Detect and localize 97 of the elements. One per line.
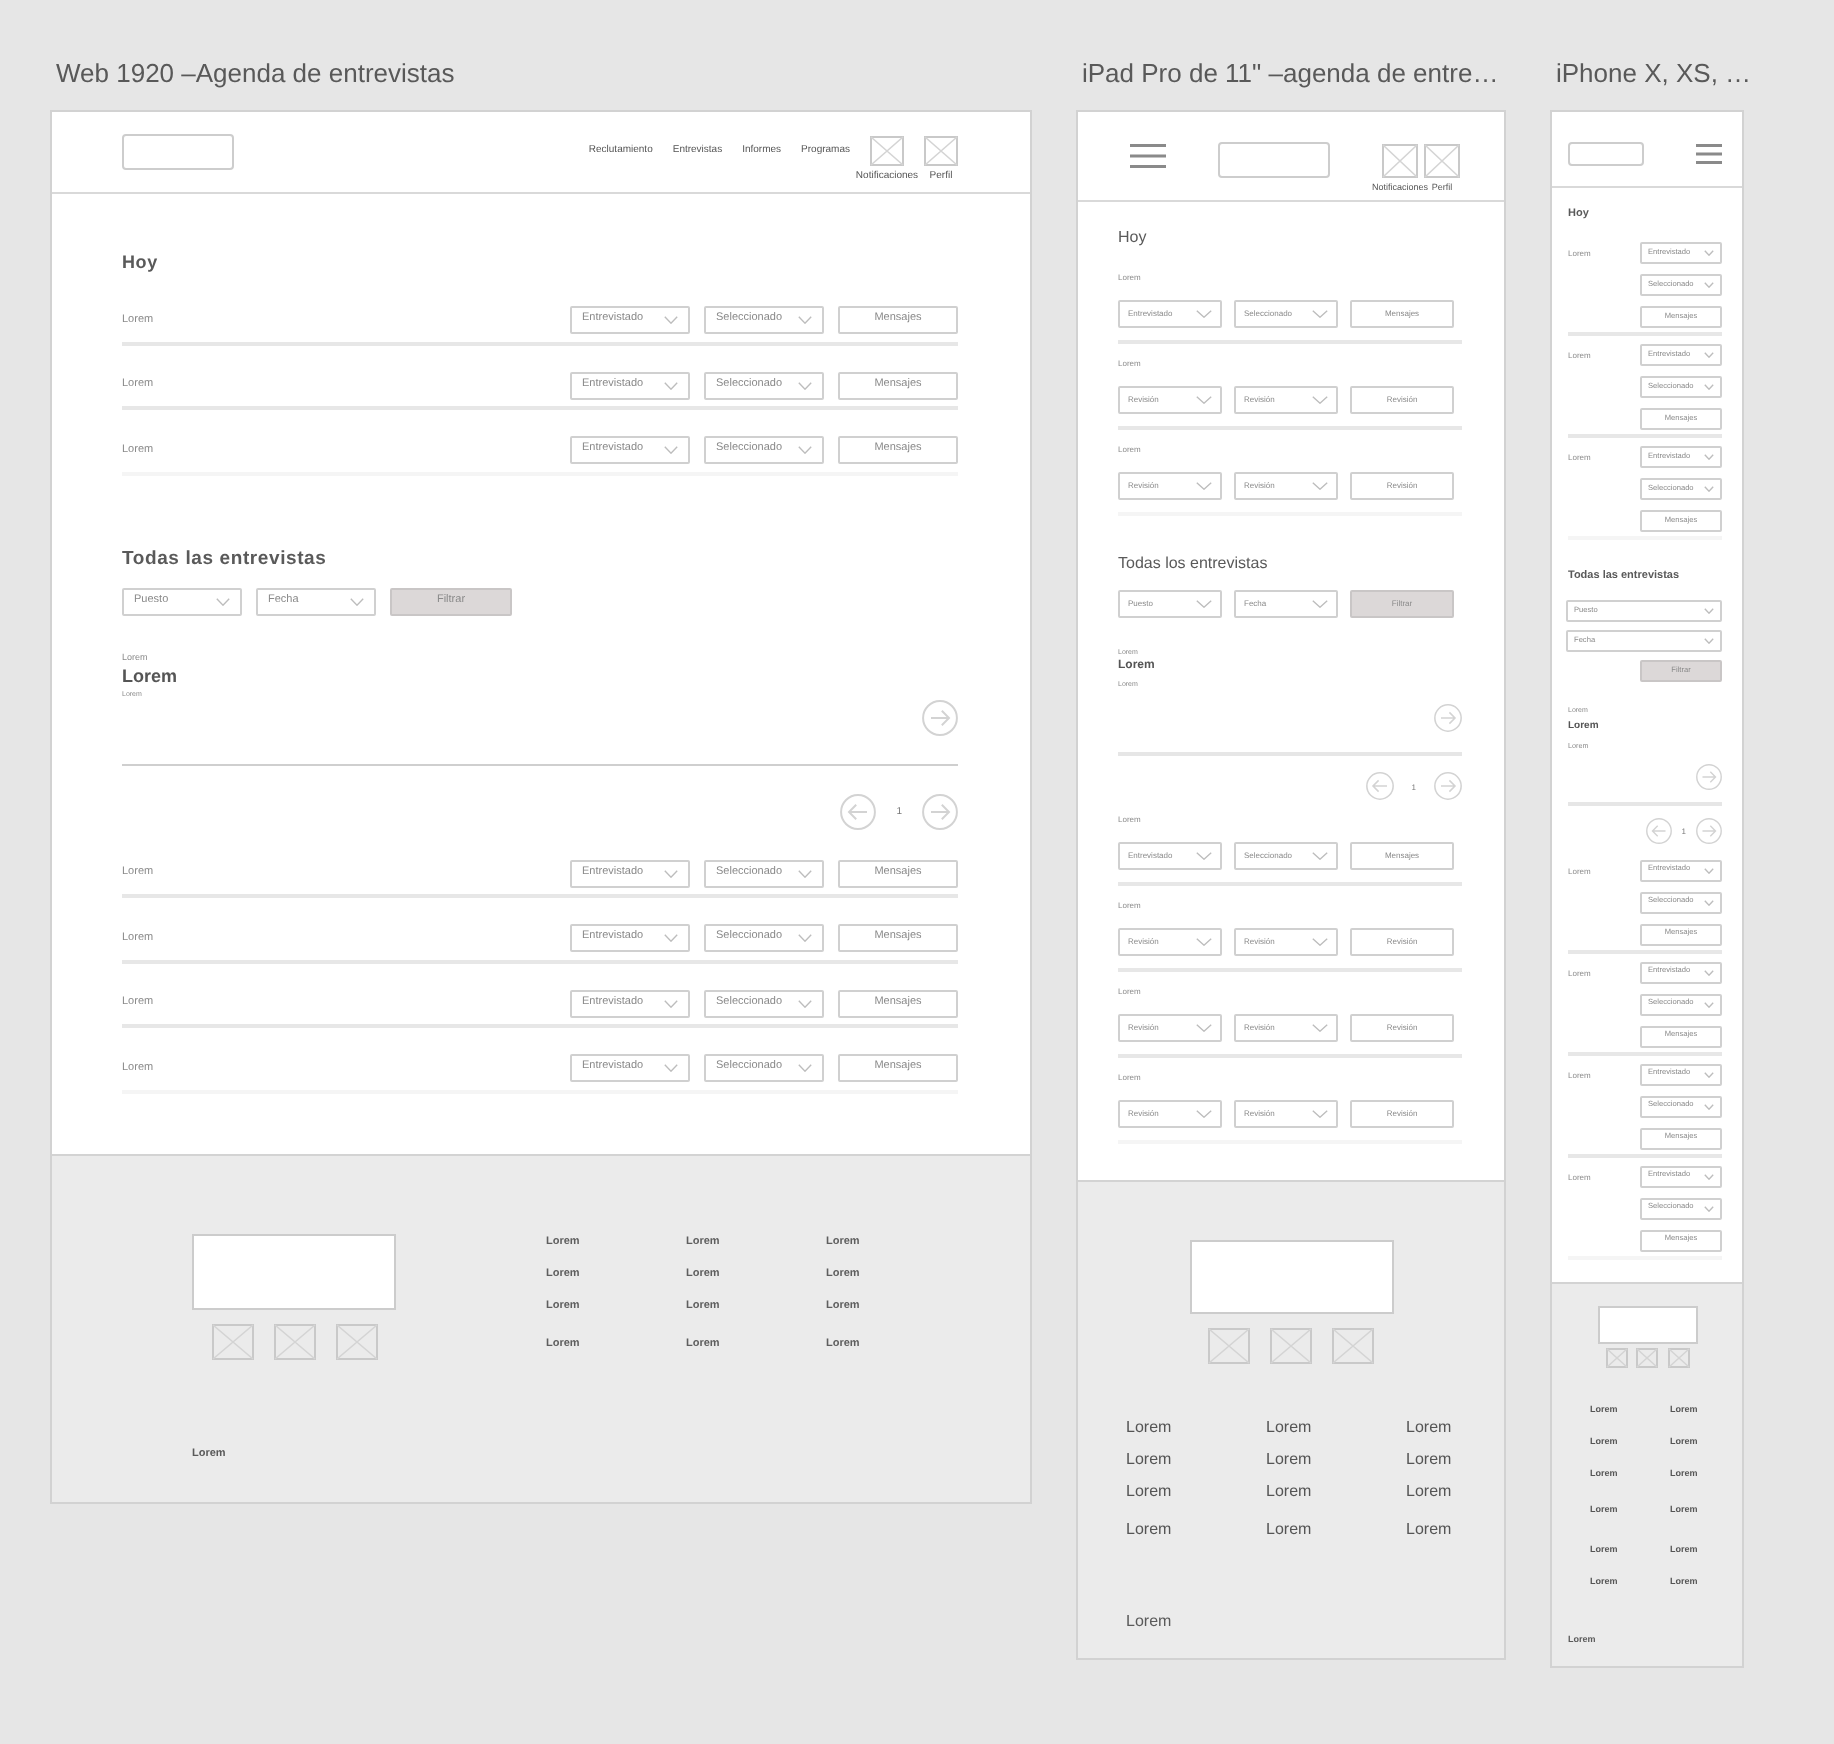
footer-link[interactable]: Lorem [1126, 1520, 1172, 1538]
chevron-down-icon [798, 999, 812, 1007]
chevron-down-icon [1312, 852, 1328, 860]
chevron-down-icon [1704, 454, 1714, 460]
arrow-left-icon[interactable] [1645, 817, 1672, 843]
chevron-down-icon [1196, 1024, 1212, 1032]
footer-link[interactable]: Lorem [1126, 1482, 1172, 1500]
chevron-down-icon [1196, 396, 1212, 404]
chevron-down-icon [664, 316, 678, 324]
chevron-down-icon [216, 597, 230, 605]
image-placeholder-icon[interactable] [1270, 1328, 1312, 1364]
chevron-down-icon [798, 446, 812, 454]
chevron-down-icon [798, 869, 812, 877]
chevron-down-icon [1704, 1071, 1714, 1077]
image-placeholder-icon[interactable] [335, 1323, 377, 1359]
image-placeholder-icon[interactable] [1667, 1347, 1689, 1367]
chevron-down-icon [664, 381, 678, 389]
chevron-down-icon [664, 934, 678, 942]
image-placeholder-icon[interactable] [1424, 144, 1460, 178]
chevron-down-icon [1196, 310, 1212, 318]
arrow-right-icon[interactable] [922, 793, 958, 829]
chevron-down-icon [1704, 1103, 1714, 1109]
chevron-down-icon [1312, 310, 1328, 318]
chevron-down-icon [1704, 867, 1714, 873]
chevron-down-icon [664, 869, 678, 877]
chevron-down-icon [1704, 1173, 1714, 1179]
logo-placeholder [122, 134, 234, 170]
chevron-down-icon [1312, 1024, 1328, 1032]
arrow-right-icon[interactable] [1696, 763, 1722, 789]
footer-link[interactable]: Lorem [1266, 1418, 1312, 1436]
chevron-down-icon [1704, 352, 1714, 358]
chevron-down-icon [1704, 608, 1714, 614]
footer-link[interactable]: Lorem [1406, 1450, 1452, 1468]
chevron-down-icon [1196, 600, 1212, 608]
footer-link[interactable]: Lorem [1406, 1520, 1452, 1538]
chevron-down-icon [1704, 486, 1714, 492]
image-placeholder-icon[interactable] [924, 136, 958, 166]
chevron-down-icon [1704, 384, 1714, 390]
arrow-right-icon[interactable] [1696, 817, 1722, 843]
artboard-title: iPad Pro de 11" –agenda de entre… [1082, 58, 1499, 90]
image-placeholder-icon[interactable] [273, 1323, 315, 1359]
chevron-down-icon [1312, 1110, 1328, 1118]
chevron-down-icon [1704, 969, 1714, 975]
image-placeholder [1597, 1305, 1697, 1343]
chevron-down-icon [1704, 1001, 1714, 1007]
image-placeholder-icon[interactable] [870, 136, 904, 166]
logo-placeholder [1568, 142, 1644, 166]
chevron-down-icon [1704, 638, 1714, 644]
chevron-down-icon [1704, 282, 1714, 288]
menu-icon[interactable] [1696, 144, 1722, 164]
image-placeholder-icon[interactable] [1382, 144, 1418, 178]
arrow-right-icon[interactable] [1434, 772, 1462, 800]
section-heading: Todas las entrevistas [122, 547, 327, 569]
chevron-down-icon [664, 446, 678, 454]
chevron-down-icon [1312, 482, 1328, 490]
artboard-title: Web 1920 –Agenda de entrevistas [56, 58, 455, 90]
footer-link[interactable]: Lorem [1406, 1418, 1452, 1436]
chevron-down-icon [350, 597, 364, 605]
image-placeholder-icon[interactable] [1208, 1328, 1250, 1364]
arrow-right-icon[interactable] [1434, 704, 1462, 732]
chevron-down-icon [1704, 1205, 1714, 1211]
chevron-down-icon [798, 934, 812, 942]
chevron-down-icon [1196, 1110, 1212, 1118]
image-placeholder-icon[interactable] [1332, 1328, 1374, 1364]
chevron-down-icon [1312, 396, 1328, 404]
chevron-down-icon [1196, 938, 1212, 946]
section-heading: Hoy [122, 252, 158, 274]
image-placeholder-icon[interactable] [211, 1323, 253, 1359]
chevron-down-icon [664, 999, 678, 1007]
arrow-left-icon[interactable] [840, 793, 877, 829]
footer-link[interactable]: Lorem [1406, 1482, 1452, 1500]
footer-link[interactable]: Lorem [1266, 1450, 1312, 1468]
chevron-down-icon [798, 316, 812, 324]
card-title: Lorem [122, 665, 178, 685]
footer-link[interactable]: Lorem [1266, 1520, 1312, 1538]
artboard-title: iPhone X, XS, … [1556, 58, 1752, 90]
arrow-left-icon[interactable] [1365, 772, 1394, 800]
chevron-down-icon [1312, 938, 1328, 946]
chevron-down-icon [798, 1064, 812, 1072]
chevron-down-icon [1312, 600, 1328, 608]
arrow-right-icon[interactable] [922, 699, 958, 735]
logo-placeholder [1218, 142, 1330, 178]
chevron-down-icon [1196, 852, 1212, 860]
chevron-down-icon [1196, 482, 1212, 490]
section-heading: Todas los entrevistas [1118, 554, 1268, 574]
footer-link[interactable]: Lorem [1266, 1482, 1312, 1500]
image-placeholder-icon[interactable] [1605, 1347, 1627, 1367]
chevron-down-icon [1704, 899, 1714, 905]
footer-text: Lorem [1126, 1612, 1172, 1632]
chevron-down-icon [798, 381, 812, 389]
chevron-down-icon [664, 1064, 678, 1072]
footer-link[interactable]: Lorem [1126, 1450, 1172, 1468]
section-heading: Hoy [1118, 228, 1147, 248]
menu-icon[interactable] [1130, 144, 1166, 168]
image-placeholder-icon[interactable] [1636, 1347, 1658, 1367]
footer-link[interactable]: Lorem [1126, 1418, 1172, 1436]
chevron-down-icon [1704, 250, 1714, 256]
